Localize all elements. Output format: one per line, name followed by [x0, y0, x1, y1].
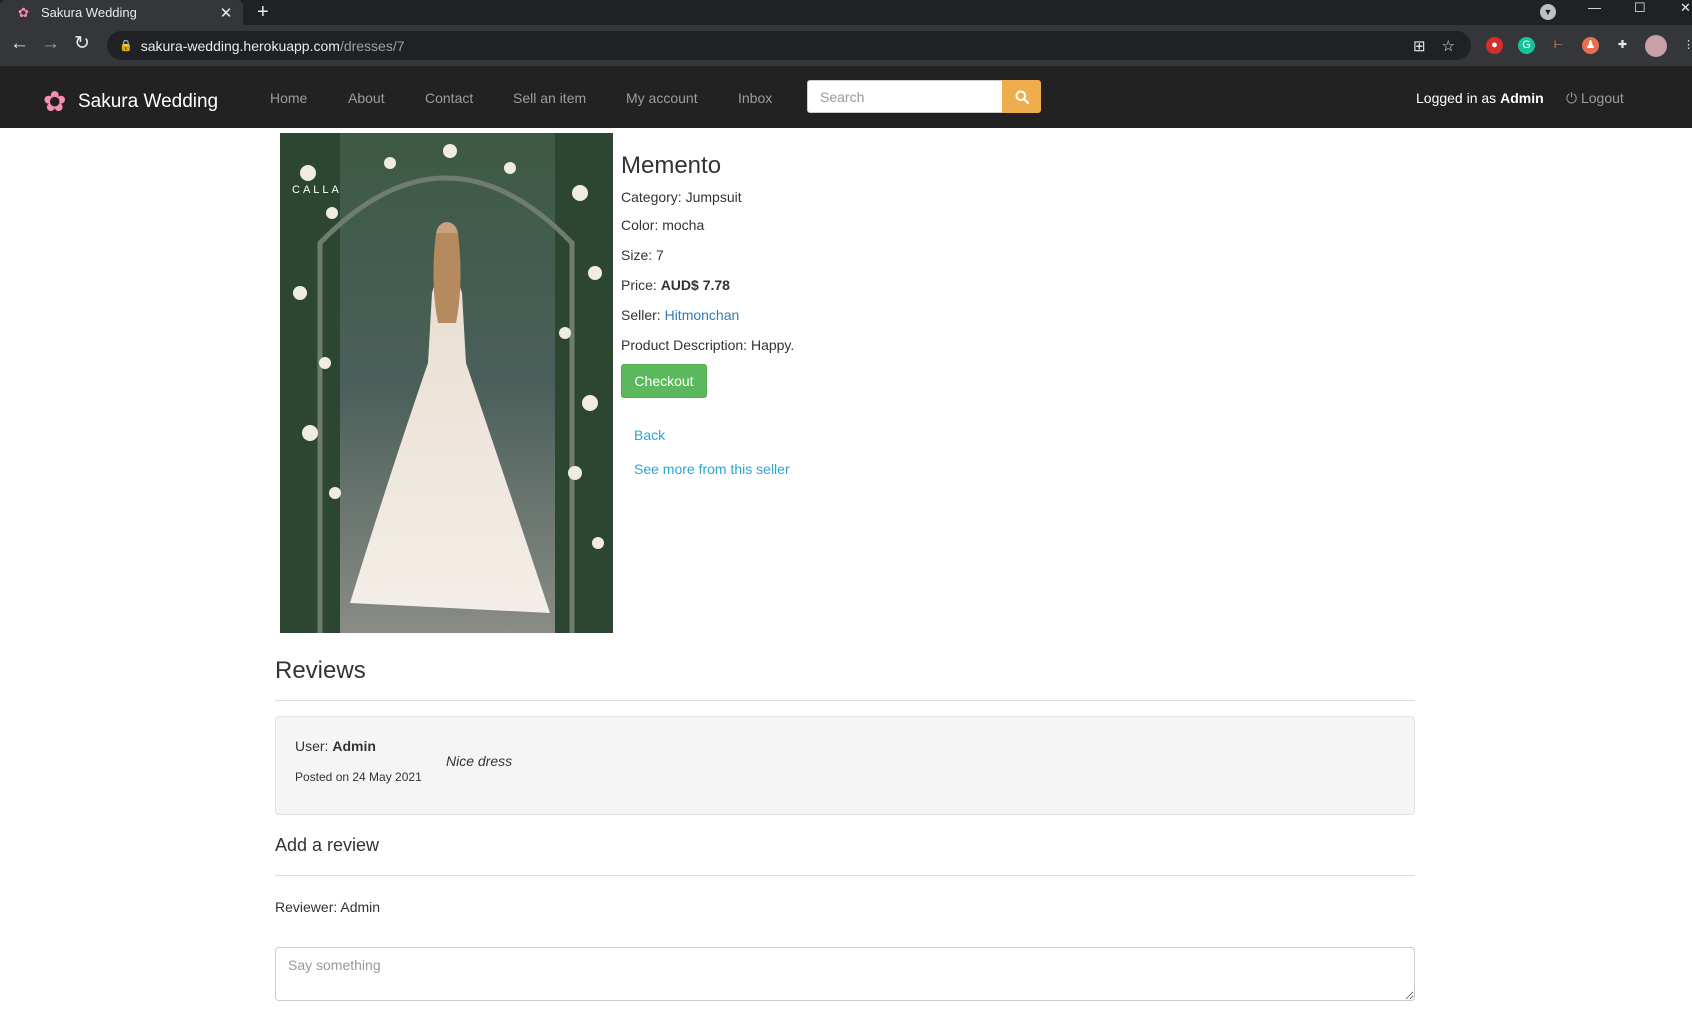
add-review-divider — [275, 875, 1415, 876]
review-date: Posted on 24 May 2021 — [295, 770, 422, 784]
profile-avatar[interactable] — [1645, 35, 1667, 57]
logged-in-status: Logged in as Admin — [1416, 90, 1544, 106]
product-title: Memento — [621, 152, 722, 179]
sakura-logo-icon: ✿ — [43, 86, 67, 117]
brand-link[interactable]: ✿ Sakura Wedding — [43, 87, 218, 117]
reviews-divider — [275, 700, 1415, 701]
close-window-icon[interactable]: ✕ — [1680, 0, 1691, 16]
reviews-heading: Reviews — [275, 657, 366, 684]
extension-figure-icon[interactable]: ♟ — [1582, 37, 1599, 54]
product-description: Product Description: Happy. — [621, 337, 795, 353]
search-input[interactable] — [807, 80, 1003, 113]
extension-orange-icon[interactable]: ⊢ — [1550, 37, 1567, 54]
reviewer-label: Reviewer: Admin — [275, 899, 381, 915]
browser-tab[interactable]: ✿ Sakura Wedding ✕ — [0, 0, 243, 25]
product-price: Price: AUD$ 7.78 — [621, 277, 730, 293]
logout-link[interactable]: ⏻ Logout — [1566, 90, 1624, 107]
browser-menu-icon[interactable]: ⋮ — [1680, 37, 1692, 54]
review-textarea[interactable] — [275, 947, 1415, 1001]
review-user: User: Admin — [295, 738, 376, 754]
translate-icon[interactable]: ⊞ — [1413, 37, 1426, 55]
brand-name: Sakura Wedding — [78, 91, 219, 112]
minimize-icon[interactable]: — — [1588, 0, 1601, 15]
seller-link[interactable]: Hitmonchan — [665, 307, 740, 323]
new-tab-icon[interactable]: + — [257, 1, 269, 24]
sakura-favicon-icon: ✿ — [18, 4, 29, 20]
site-navbar: ✿ Sakura Wedding Home About Contact Sell… — [0, 66, 1692, 128]
extension-red-icon[interactable]: ● — [1486, 37, 1503, 54]
browser-tab-strip: ✿ Sakura Wedding ✕ + ▼ — ☐ ✕ — [0, 0, 1692, 25]
back-arrow-icon[interactable]: ← — [10, 33, 29, 55]
add-review-heading: Add a review — [275, 835, 380, 855]
lock-icon: 🔒 — [119, 40, 133, 52]
tab-search-icon[interactable]: ▼ — [1540, 4, 1556, 20]
browser-toolbar: ← → ↻ 🔒 sakura-wedding.herokuapp.com/dre… — [0, 25, 1692, 66]
forward-arrow-icon[interactable]: → — [41, 33, 60, 55]
product-size: Size: 7 — [621, 247, 664, 263]
nav-about[interactable]: About — [348, 90, 385, 106]
product-color: Color: mocha — [621, 217, 705, 233]
tab-title: Sakura Wedding — [41, 5, 137, 20]
nav-sell-item[interactable]: Sell an item — [513, 90, 586, 106]
product-category: Category: Jumpsuit — [621, 189, 742, 205]
close-tab-icon[interactable]: ✕ — [218, 4, 234, 22]
reload-icon[interactable]: ↻ — [74, 33, 90, 55]
url-text: sakura-wedding.herokuapp.com/dresses/7 — [140, 37, 405, 54]
search-button[interactable] — [1002, 80, 1041, 113]
product-seller: Seller: Hitmonchan — [621, 307, 740, 323]
logout-icon: ⏻ — [1566, 90, 1581, 106]
grammarly-icon[interactable]: G — [1518, 37, 1535, 54]
back-link[interactable]: Back — [634, 427, 665, 443]
logged-in-user: Admin — [1500, 90, 1544, 106]
address-bar[interactable]: 🔒 sakura-wedding.herokuapp.com/dresses/7… — [107, 31, 1471, 60]
review-card: User: Admin Posted on 24 May 2021 Nice d… — [275, 716, 1415, 815]
extensions-puzzle-icon[interactable]: ✚ — [1614, 37, 1631, 54]
nav-inbox[interactable]: Inbox — [738, 90, 772, 106]
checkout-button[interactable]: Checkout — [621, 364, 707, 398]
maximize-icon[interactable]: ☐ — [1634, 0, 1646, 16]
bookmark-star-icon[interactable]: ☆ — [1442, 37, 1455, 55]
nav-contact[interactable]: Contact — [425, 90, 473, 106]
nav-home[interactable]: Home — [270, 90, 307, 106]
search-icon — [1015, 90, 1029, 104]
review-text: Nice dress — [446, 753, 513, 769]
see-more-seller-link[interactable]: See more from this seller — [634, 461, 790, 477]
svg-text:CALLA: CALLA — [292, 184, 342, 196]
product-image: CALLA — [280, 133, 613, 633]
nav-my-account[interactable]: My account — [626, 90, 698, 106]
